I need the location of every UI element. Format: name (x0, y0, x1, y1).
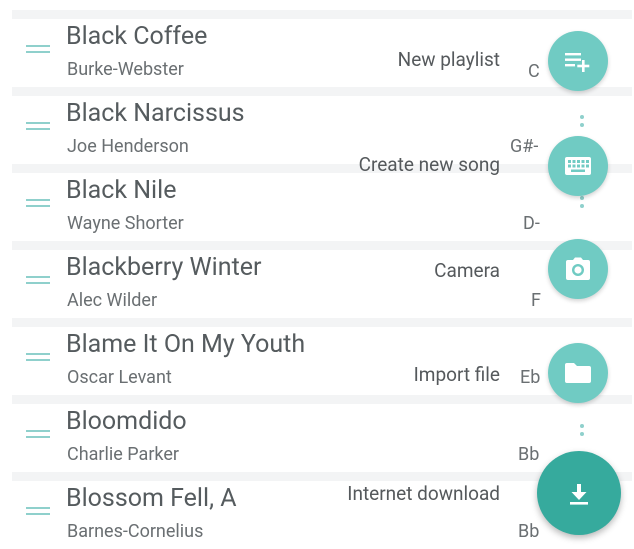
song-artist: Wayne Shorter (67, 213, 184, 234)
internet-download-label[interactable]: Internet download (347, 482, 500, 505)
internet-download-button[interactable] (537, 451, 621, 535)
song-artist: Oscar Levant (67, 367, 172, 388)
song-title: Blackberry Winter (66, 253, 262, 282)
song-title: Blame It On My Youth (66, 330, 306, 359)
song-row[interactable]: Blackberry Winter Alec Wilder F (0, 250, 634, 318)
song-artist: Joe Henderson (67, 136, 189, 157)
song-title: Black Nile (66, 176, 177, 205)
song-key: G#- (510, 136, 539, 157)
song-key: Bb (518, 521, 540, 542)
song-title: Black Narcissus (66, 99, 245, 128)
song-key: C (528, 61, 540, 82)
song-row[interactable]: Black Nile Wayne Shorter D- (0, 173, 634, 241)
new-playlist-label[interactable]: New playlist (398, 48, 500, 71)
song-key: F (531, 290, 541, 311)
song-artist: Alec Wilder (67, 290, 158, 311)
create-song-button[interactable] (548, 136, 608, 196)
fab-connector (580, 115, 584, 131)
playlist-add-icon (565, 53, 590, 72)
song-artist: Burke-Webster (67, 59, 184, 80)
fab-connector (580, 424, 584, 440)
song-title: Bloomdido (66, 407, 187, 436)
new-playlist-button[interactable] (548, 31, 608, 91)
import-file-button[interactable] (548, 343, 608, 403)
row-separator (12, 241, 632, 250)
fab-connector (580, 196, 584, 212)
camera-button[interactable] (548, 239, 608, 299)
song-artist: Barnes-Cornelius (67, 521, 204, 542)
keyboard-icon (565, 157, 591, 175)
import-file-label[interactable]: Import file (414, 363, 500, 386)
song-title: Black Coffee (66, 22, 208, 51)
drag-handle-icon[interactable] (26, 276, 50, 286)
song-row[interactable]: Black Narcissus Joe Henderson G#- (0, 96, 634, 164)
drag-handle-icon[interactable] (26, 430, 50, 440)
song-key: Eb (520, 367, 541, 388)
drag-handle-icon[interactable] (26, 353, 50, 363)
folder-icon (565, 363, 591, 383)
song-title: Blossom Fell, A (66, 484, 237, 513)
drag-handle-icon[interactable] (26, 507, 50, 517)
song-row[interactable]: Black Coffee Burke-Webster C (0, 19, 634, 87)
song-key: D- (523, 213, 540, 234)
row-separator (12, 318, 632, 327)
song-row[interactable]: Bloomdido Charlie Parker Bb (0, 404, 634, 472)
drag-handle-icon[interactable] (26, 122, 50, 132)
song-row[interactable]: Blame It On My Youth Oscar Levant Eb (0, 327, 634, 395)
song-artist: Charlie Parker (67, 444, 180, 465)
camera-label[interactable]: Camera (434, 259, 500, 282)
row-separator (12, 10, 632, 19)
song-key: Bb (518, 444, 540, 465)
camera-icon (566, 257, 590, 280)
row-separator (12, 395, 632, 404)
row-separator (12, 87, 632, 96)
create-song-label[interactable]: Create new song (359, 153, 500, 176)
row-separator (12, 164, 632, 173)
drag-handle-icon[interactable] (26, 199, 50, 209)
drag-handle-icon[interactable] (26, 45, 50, 55)
download-icon (570, 484, 588, 505)
